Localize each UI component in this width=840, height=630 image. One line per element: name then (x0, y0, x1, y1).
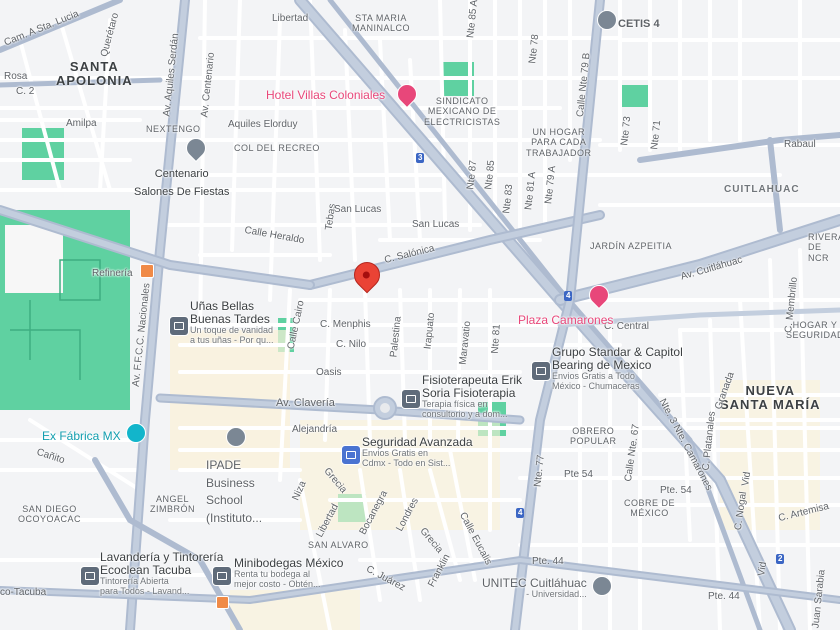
neighborhood-label: UN HOGAR PARA CADA TRABAJADOR (526, 127, 592, 158)
park-area (22, 128, 64, 180)
school-icon[interactable] (592, 576, 612, 596)
neighborhood-label: COBRE DE MÉXICO (624, 498, 676, 519)
poi-exfabrica[interactable]: Ex Fábrica MX (42, 427, 121, 445)
street-label: Rosa (4, 71, 28, 82)
factory-icon[interactable] (140, 264, 154, 278)
poi-cetis[interactable]: CETIS 4 (618, 14, 660, 32)
street-label: San Lucas (334, 204, 382, 215)
poi-lavanderia[interactable]: Lavandería y Tintorería Ecoclean Tacuba T… (100, 550, 223, 597)
school-icon[interactable] (226, 427, 246, 447)
street-label: Amilpa (66, 118, 97, 129)
neighborhood-label: SAN ALVARO (308, 540, 369, 550)
store-icon[interactable] (80, 566, 100, 586)
poi-unas[interactable]: Uñas Bellas Buenas Tardes Un toque de van… (190, 299, 274, 346)
route-shield: 4 (564, 291, 573, 301)
store-icon[interactable] (531, 361, 551, 381)
poi-salones[interactable]: Centenario Salones De Fiestas (134, 164, 229, 199)
refinery-block (5, 225, 63, 293)
neighborhood-label: OBRERO POPULAR (570, 426, 617, 447)
street-label: Pte. 44 (532, 556, 564, 567)
neighborhood-label: SINDICATO MEXICANO DE ELECTRICISTAS (424, 96, 501, 127)
area-label-cuitlahuac: CUITLAHUAC (724, 184, 800, 195)
street-label: Oasis (316, 367, 342, 378)
neighborhood-label: NEXTENGO (146, 124, 201, 134)
area-label-nueva-santa-maria: NUEVA SANTA MARÍA (720, 383, 821, 413)
neighborhood-label: RIVERA DE NCR (808, 232, 840, 263)
area-label-santa-apolonia: SANTA APOLONIA (56, 59, 133, 89)
neighborhood-label: SAN DIEGO OCOYOACAC (18, 504, 82, 525)
neighborhood-label: ANGEL ZIMBRÓN (150, 494, 195, 515)
street-label: Alejandría (292, 424, 338, 435)
poi-hotel[interactable]: Hotel Villas Coloniales (266, 86, 385, 104)
route-shield: 2 (776, 554, 785, 564)
street-label: Pte 54 (564, 469, 593, 480)
route-shield: 4 (516, 508, 525, 518)
poi-unitec[interactable]: UNITEC Cuitláhuac - Universidad... (482, 576, 587, 600)
school-icon[interactable] (597, 10, 617, 30)
poi-ipade[interactable]: IPADE Business School (Instituto... (206, 456, 262, 526)
street-label: Rabaul (784, 139, 816, 150)
store-icon[interactable] (341, 445, 361, 465)
street-label: C. Menphis (320, 319, 371, 330)
store-icon[interactable] (169, 316, 189, 336)
street-label: Vid (740, 471, 754, 487)
poi-grupo[interactable]: Grupo Standar & Capitol Bearing de Mexic… (552, 345, 683, 392)
poi-seguridad[interactable]: Seguridad Avanzada Envios Gratis en Cdmx … (362, 435, 473, 469)
street-label: co-Tacuba (0, 587, 47, 598)
street-label: San Lucas (412, 219, 460, 230)
street-label: Pte. 54 (660, 485, 692, 496)
neighborhood-label: STA MARIA MANINALCO (352, 13, 411, 34)
neighborhood-label: COL DEL RECREO (234, 143, 320, 153)
street-label: Av. Clavería (276, 397, 335, 409)
poi-fisio[interactable]: Fisioterapeuta Erik Soria Fisioterapia Te… (422, 373, 522, 420)
park-area (622, 85, 650, 107)
street-label: Pte. 44 (708, 591, 740, 602)
store-icon[interactable] (401, 389, 421, 409)
street-label: C. 2 (16, 86, 35, 97)
street-label: C. Nilo (336, 339, 367, 350)
map-canvas[interactable]: SANTA APOLONIA CUITLAHUAC NUEVA SANTA MA… (0, 0, 840, 630)
poi-plaza[interactable]: Plaza Camarones (518, 311, 613, 329)
street-label: Nte 81 (489, 323, 503, 355)
poi-refineria[interactable]: Refinería (92, 263, 133, 281)
store-icon[interactable] (212, 566, 232, 586)
factory-icon[interactable] (216, 596, 229, 609)
poi-minibodegas[interactable]: Minibodegas México Renta tu bodega al mej… (234, 556, 343, 590)
street-label: Libertad (272, 13, 309, 24)
route-shield: 3 (416, 153, 425, 163)
camera-icon[interactable] (126, 423, 146, 443)
street-label: Vid (756, 561, 770, 577)
street-label: Aquiles Elorduy (228, 119, 298, 130)
neighborhood-label: JARDÍN AZPEITIA (590, 241, 673, 251)
